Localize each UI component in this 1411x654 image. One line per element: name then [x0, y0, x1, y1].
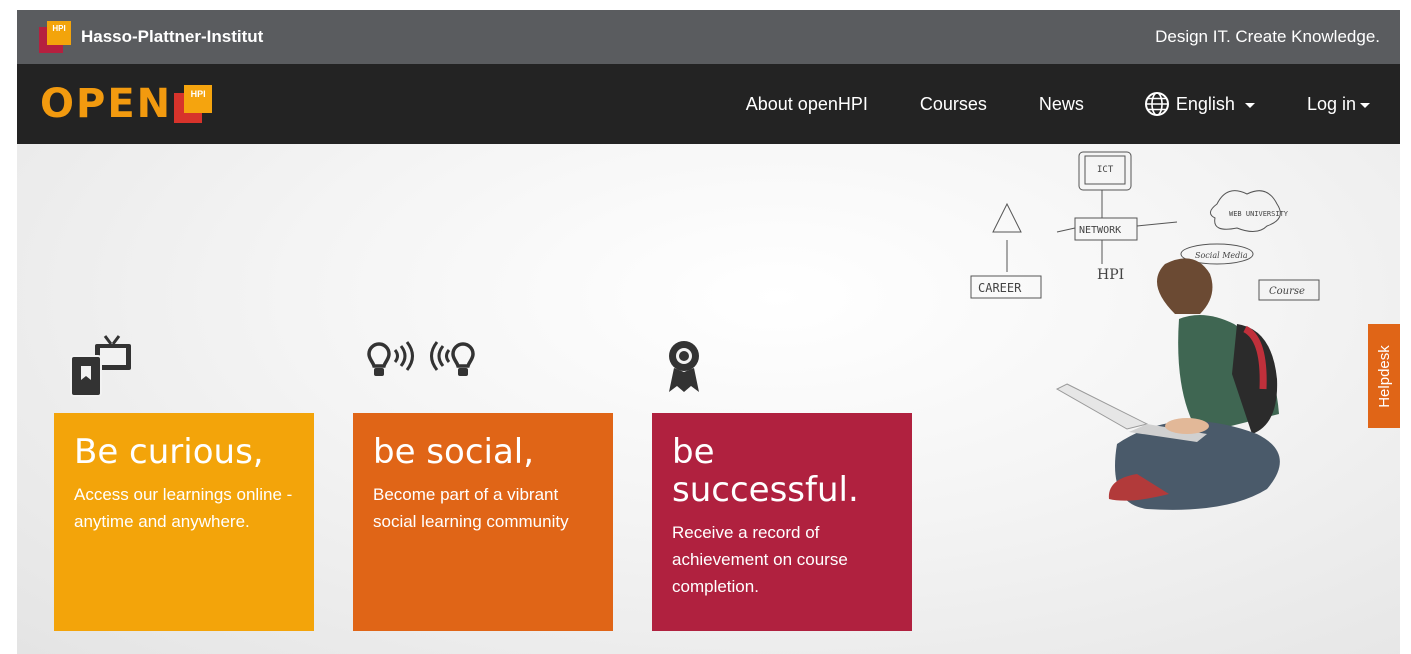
card-title: be successful.: [672, 432, 859, 510]
sketch-web: WEB UNIVERSITY: [1229, 210, 1289, 218]
hpi-logo-text: HPI: [47, 21, 71, 45]
card-be-social[interactable]: be social, Become part of a vibrant soci…: [353, 413, 613, 631]
card-be-curious[interactable]: Be curious, Access our learnings online …: [54, 413, 314, 631]
card-text: Access our learnings online - anytime an…: [74, 485, 293, 531]
language-dropdown[interactable]: English: [1144, 91, 1255, 117]
logo-badge: HPI: [184, 85, 213, 113]
hero-section: Be curious, Access our learnings online …: [17, 144, 1400, 654]
nav-courses[interactable]: Courses: [920, 94, 987, 115]
card-be-successful[interactable]: be successful. Receive a record of achiev…: [652, 413, 912, 631]
sketch-ict: ICT: [1097, 165, 1114, 175]
institute-brand[interactable]: HPI Hasso-Plattner-Institut: [39, 21, 263, 53]
institute-bar: HPI Hasso-Plattner-Institut Design IT. C…: [17, 10, 1400, 64]
slogan: Design IT. Create Knowledge.: [1155, 27, 1380, 46]
main-navbar: OPEN HPI About openHPI Courses News Engl…: [17, 64, 1400, 144]
login-dropdown[interactable]: Log in: [1307, 94, 1370, 115]
sketch-course: Course: [1269, 286, 1305, 297]
sketch-hpi: HPI: [1097, 267, 1124, 283]
sketch-social-media: Social Media: [1195, 251, 1248, 260]
institute-name: Hasso-Plattner-Institut: [81, 27, 264, 46]
globe-icon: [1144, 92, 1169, 116]
sketch-network: NETWORK: [1079, 225, 1121, 236]
nav-news[interactable]: News: [1039, 94, 1084, 115]
devices-icon: [70, 335, 131, 397]
helpdesk-label: Helpdesk: [1375, 344, 1393, 408]
nav-menu: About openHPI Courses News English Log i…: [746, 91, 1370, 117]
browser-page: HPI Hasso-Plattner-Institut Design IT. C…: [17, 10, 1400, 654]
logo-word: OPEN: [40, 81, 173, 127]
hpi-logo: HPI: [39, 21, 71, 53]
openhpi-logo[interactable]: OPEN HPI: [40, 81, 213, 127]
card-text: Receive a record of achievement on cours…: [672, 523, 848, 596]
lightbulbs-broadcast-icon: [367, 341, 475, 376]
sketch-career: CAREER: [978, 281, 1022, 295]
award-ribbon-icon: [669, 341, 699, 392]
language-label: English: [1175, 93, 1235, 114]
chevron-down-icon: [1244, 102, 1255, 108]
login-label: Log in: [1306, 93, 1356, 114]
card-text: Become part of a vibrant social learning…: [373, 485, 569, 531]
helpdesk-tab[interactable]: Helpdesk: [1368, 324, 1400, 428]
card-title: be social,: [373, 432, 535, 472]
logo-mark: HPI: [174, 85, 213, 123]
nav-about[interactable]: About openHPI: [746, 94, 868, 115]
card-title: Be curious,: [74, 432, 264, 472]
chevron-down-icon: [1360, 102, 1370, 108]
student-laptop-illustration: ICT NETWORK CAREER WEB UNIVERSITY Social…: [970, 151, 1320, 510]
